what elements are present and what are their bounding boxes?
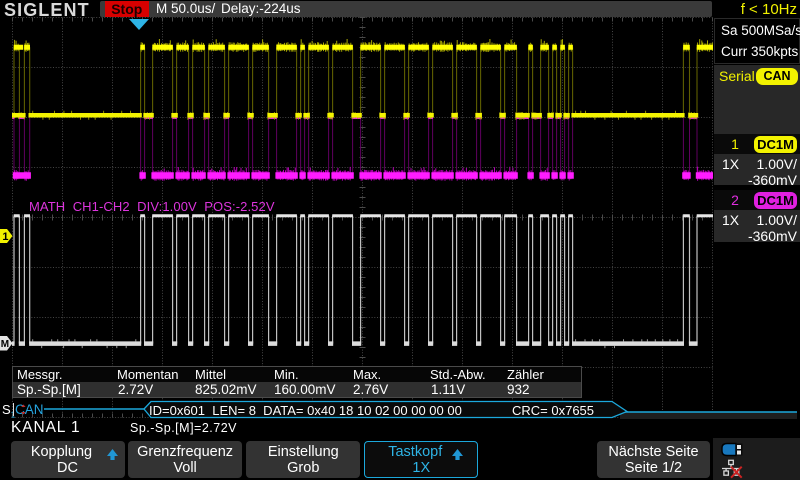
svg-text:1: 1 (2, 231, 8, 243)
svg-text:M: M (1, 339, 9, 350)
